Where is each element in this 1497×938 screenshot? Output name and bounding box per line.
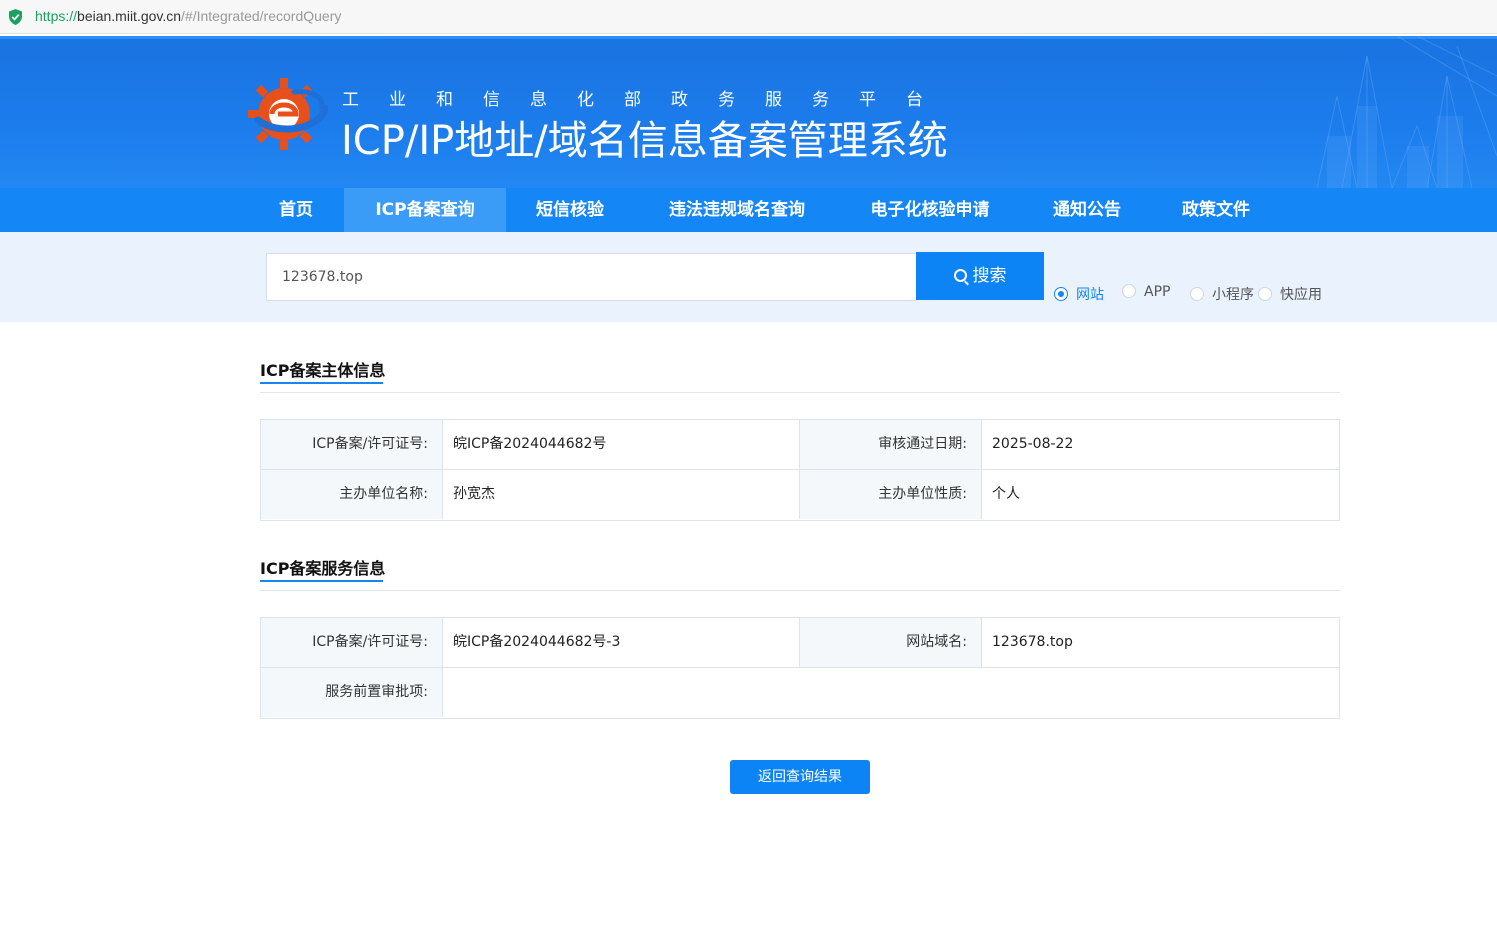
service-license-value: 皖ICP备2024044682号-3 [442, 618, 799, 667]
search-icon [953, 269, 967, 282]
nav-item-home[interactable]: 首页 [258, 188, 334, 232]
radio-label: APP [1144, 284, 1171, 300]
header-banner: 工业和信息化部政务服务平台 ICP/IP地址/域名信息备案管理系统 [0, 36, 1497, 188]
back-to-results-button[interactable]: 返回查询结果 [730, 760, 870, 794]
radio-dot [1054, 287, 1068, 301]
nav-item-policy-docs[interactable]: 政策文件 [1164, 188, 1268, 232]
radio-quick-app[interactable]: 快应用 [1258, 284, 1322, 303]
license-value: 皖ICP备2024044682号 [442, 420, 799, 469]
table-row: ICP备案/许可证号: 皖ICP备2024044682号-3 网站域名: 123… [261, 618, 1339, 668]
address-bar[interactable]: https://beian.miit.gov.cn/#/Integrated/r… [0, 0, 1497, 34]
radio-website[interactable]: 网站 [1054, 284, 1104, 303]
domain-label: 网站域名: [799, 618, 981, 667]
banner-top-line [0, 36, 1497, 39]
org-type-label: 主办单位性质: [799, 470, 981, 519]
subject-info-table: ICP备案/许可证号: 皖ICP备2024044682号 审核通过日期: 202… [260, 419, 1340, 521]
section-divider [260, 590, 1340, 591]
section-divider [260, 392, 1340, 393]
table-row: 服务前置审批项: [261, 668, 1339, 718]
section-title-subject-info: ICP备案主体信息 [260, 361, 386, 380]
service-info-table: ICP备案/许可证号: 皖ICP备2024044682号-3 网站域名: 123… [260, 617, 1340, 719]
section-title-service-info: ICP备案服务信息 [260, 559, 386, 578]
radio-label: 快应用 [1280, 287, 1322, 303]
nav-item-sms-verify[interactable]: 短信核验 [516, 188, 624, 232]
table-row: 主办单位名称: 孙宽杰 主办单位性质: 个人 [261, 470, 1339, 520]
pre-approval-label: 服务前置审批项: [261, 668, 442, 717]
radio-mini-program[interactable]: 小程序 [1190, 284, 1254, 303]
search-input[interactable]: 123678.top [266, 253, 917, 301]
org-name-label: 主办单位名称: [261, 470, 442, 519]
org-name-value: 孙宽杰 [442, 470, 799, 519]
url-host: beian.miit.gov.cn [77, 8, 182, 24]
search-button-label: 搜索 [972, 266, 1007, 286]
url-scheme: https:// [35, 8, 78, 24]
system-title: ICP/IP地址/域名信息备案管理系统 [341, 118, 948, 164]
radio-label: 网站 [1076, 287, 1104, 303]
main-nav: 首页 ICP备案查询 短信核验 违法违规域名查询 电子化核验申请 通知公告 政策… [0, 188, 1497, 232]
service-license-label: ICP备案/许可证号: [261, 618, 442, 667]
approve-date-label: 审核通过日期: [799, 420, 981, 469]
nav-item-illegal-domain-query[interactable]: 违法违规域名查询 [648, 188, 826, 232]
secure-shield-icon [9, 9, 22, 25]
platform-subtitle: 工业和信息化部政务服务平台 [342, 90, 953, 110]
search-button[interactable]: 搜索 [916, 252, 1044, 300]
section-underline [260, 382, 383, 384]
radio-label: 小程序 [1212, 287, 1254, 303]
table-row: ICP备案/许可证号: 皖ICP备2024044682号 审核通过日期: 202… [261, 420, 1339, 470]
org-type-value: 个人 [981, 470, 1339, 519]
license-label: ICP备案/许可证号: [261, 420, 442, 469]
nav-item-e-verify-apply[interactable]: 电子化核验申请 [850, 188, 1010, 232]
city-skyline-decoration [1316, 36, 1497, 188]
search-area: 123678.top 搜索 网站 APP 小程序 快应用 [0, 232, 1497, 322]
url-path: /#/Integrated/recordQuery [181, 8, 342, 24]
pre-approval-value [442, 668, 1339, 717]
nav-item-notices[interactable]: 通知公告 [1034, 188, 1140, 232]
url-text[interactable]: https://beian.miit.gov.cn/#/Integrated/r… [35, 8, 341, 24]
domain-value: 123678.top [981, 618, 1339, 667]
radio-dot [1190, 287, 1204, 301]
section-underline [260, 580, 383, 582]
radio-app[interactable]: APP [1122, 284, 1170, 302]
approve-date-value: 2025-08-22 [981, 420, 1339, 469]
radio-dot [1122, 284, 1136, 298]
miit-gear-logo-icon [248, 78, 328, 150]
radio-dot [1258, 287, 1272, 301]
nav-item-icp-query[interactable]: ICP备案查询 [344, 188, 506, 232]
